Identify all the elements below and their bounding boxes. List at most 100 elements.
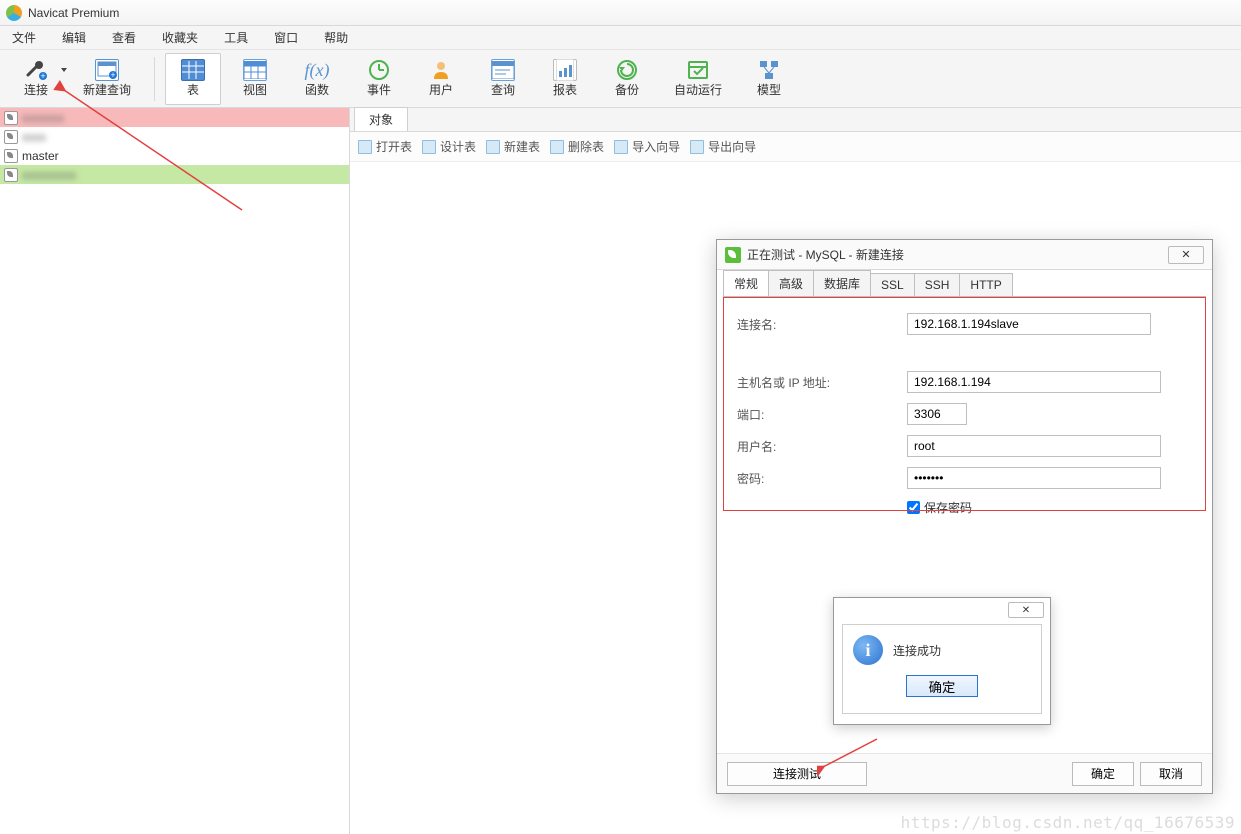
toolbar-label: 表 — [187, 81, 199, 98]
user-input[interactable] — [907, 435, 1161, 457]
msgbox-ok-button[interactable]: 确定 — [906, 675, 978, 697]
menu-file[interactable]: 文件 — [6, 26, 42, 49]
backup-icon — [615, 59, 639, 81]
tab-advanced[interactable]: 高级 — [768, 270, 814, 296]
dialog-titlebar[interactable]: 正在测试 - MySQL - 新建连接 ✕ — [717, 240, 1212, 270]
autorun-button[interactable]: 自动运行 — [661, 53, 735, 105]
new-table-button[interactable]: 新建表 — [486, 138, 540, 155]
toolbar-label: 新建查询 — [83, 81, 131, 98]
host-input[interactable] — [907, 371, 1161, 393]
user-button[interactable]: 用户 — [413, 53, 469, 105]
toolbar-label: 用户 — [429, 81, 453, 98]
toolbar-label: 报表 — [553, 81, 577, 98]
table-button[interactable]: 表 — [165, 53, 221, 105]
toolbar-label: 模型 — [757, 81, 781, 98]
dialog-footer: 连接测试 确定 取消 — [717, 753, 1212, 793]
app-logo-icon — [6, 5, 22, 21]
view-icon — [243, 59, 267, 81]
toolbar-separator — [154, 57, 155, 101]
message-box: ✕ i 连接成功 确定 — [833, 597, 1051, 725]
table-icon — [181, 59, 205, 81]
export-icon — [690, 140, 704, 154]
test-connection-button[interactable]: 连接测试 — [727, 762, 867, 786]
tab-http[interactable]: HTTP — [959, 273, 1012, 296]
port-input[interactable] — [907, 403, 967, 425]
tab-ssh[interactable]: SSH — [914, 273, 961, 296]
db-icon — [4, 111, 18, 125]
tab-general[interactable]: 常规 — [723, 270, 769, 296]
schedule-icon — [686, 59, 710, 81]
open-table-button[interactable]: 打开表 — [358, 138, 412, 155]
menu-window[interactable]: 窗口 — [268, 26, 304, 49]
new-query-button[interactable]: + 新建查询 — [70, 53, 144, 105]
toolbar-label: 事件 — [367, 81, 391, 98]
tab-ssl[interactable]: SSL — [870, 273, 915, 296]
model-icon — [757, 59, 781, 81]
design-table-button[interactable]: 设计表 — [422, 138, 476, 155]
sidebar-connection-item[interactable]: xxxxxxx — [0, 108, 349, 127]
window-title: Navicat Premium — [28, 6, 119, 20]
event-button[interactable]: 事件 — [351, 53, 407, 105]
toolbar-label: 函数 — [305, 81, 329, 98]
clock-icon — [367, 59, 391, 81]
db-icon — [4, 168, 18, 182]
conn-name-input[interactable] — [907, 313, 1151, 335]
dialog-cancel-button[interactable]: 取消 — [1140, 762, 1202, 786]
menu-favorites[interactable]: 收藏夹 — [156, 26, 204, 49]
tab-objects[interactable]: 对象 — [354, 107, 408, 131]
report-button[interactable]: 报表 — [537, 53, 593, 105]
export-wizard-button[interactable]: 导出向导 — [690, 138, 756, 155]
mysql-icon — [725, 247, 741, 263]
password-label: 密码: — [737, 470, 907, 487]
connect-button[interactable]: + 连接 — [8, 53, 64, 105]
sidebar-item-label: xxxx — [22, 130, 46, 144]
import-icon — [614, 140, 628, 154]
conn-name-label: 连接名: — [737, 316, 907, 333]
query-button[interactable]: 查询 — [475, 53, 531, 105]
password-input[interactable] — [907, 467, 1161, 489]
sidebar-item-label: xxxxxxx — [22, 111, 64, 125]
db-icon — [4, 149, 18, 163]
menu-edit[interactable]: 编辑 — [56, 26, 92, 49]
menu-view[interactable]: 查看 — [106, 26, 142, 49]
main-toolbar: + 连接 + 新建查询 表 视图 f(x) 函数 事件 用户 查询 报表 备份 — [0, 50, 1241, 108]
dialog-close-button[interactable]: ✕ — [1168, 246, 1204, 264]
dialog-form: 连接名: 主机名或 IP 地址: 端口: 用户名: 密码: 保存密码 ✕ — [723, 296, 1206, 542]
dialog-ok-button[interactable]: 确定 — [1072, 762, 1134, 786]
query-icon — [491, 59, 515, 81]
save-password-label: 保存密码 — [924, 499, 972, 516]
new-query-icon: + — [95, 59, 119, 81]
view-button[interactable]: 视图 — [227, 53, 283, 105]
toolbar-label: 视图 — [243, 81, 267, 98]
db-icon — [4, 130, 18, 144]
window-titlebar: Navicat Premium — [0, 0, 1241, 26]
delete-table-button[interactable]: 删除表 — [550, 138, 604, 155]
connection-dialog: 正在测试 - MySQL - 新建连接 ✕ 常规 高级 数据库 SSL SSH … — [716, 239, 1213, 794]
sub-toolbar-label: 删除表 — [568, 138, 604, 155]
dropdown-caret-icon — [61, 68, 67, 72]
table-small-icon — [422, 140, 436, 154]
msgbox-close-button[interactable]: ✕ — [1008, 602, 1044, 618]
dialog-tabs: 常规 高级 数据库 SSL SSH HTTP — [717, 270, 1212, 296]
watermark-text: https://blog.csdn.net/qq_16676539 — [901, 813, 1235, 832]
sidebar-connection-item[interactable]: master — [0, 146, 349, 165]
sidebar-connection-item[interactable]: xxxxxxxxx — [0, 165, 349, 184]
import-wizard-button[interactable]: 导入向导 — [614, 138, 680, 155]
model-button[interactable]: 模型 — [741, 53, 797, 105]
sub-toolbar-label: 打开表 — [376, 138, 412, 155]
function-button[interactable]: f(x) 函数 — [289, 53, 345, 105]
dialog-title: 正在测试 - MySQL - 新建连接 — [747, 246, 904, 263]
menu-bar: 文件 编辑 查看 收藏夹 工具 窗口 帮助 — [0, 26, 1241, 50]
object-tabbar: 对象 — [350, 108, 1241, 132]
svg-text:+: + — [110, 70, 115, 79]
menu-tools[interactable]: 工具 — [218, 26, 254, 49]
save-password-checkbox[interactable] — [907, 501, 920, 514]
backup-button[interactable]: 备份 — [599, 53, 655, 105]
svg-text:+: + — [40, 71, 45, 81]
table-small-icon — [550, 140, 564, 154]
user-label: 用户名: — [737, 438, 907, 455]
sidebar-connection-item[interactable]: xxxx — [0, 127, 349, 146]
tab-database[interactable]: 数据库 — [813, 270, 871, 296]
menu-help[interactable]: 帮助 — [318, 26, 354, 49]
function-icon: f(x) — [305, 59, 329, 81]
